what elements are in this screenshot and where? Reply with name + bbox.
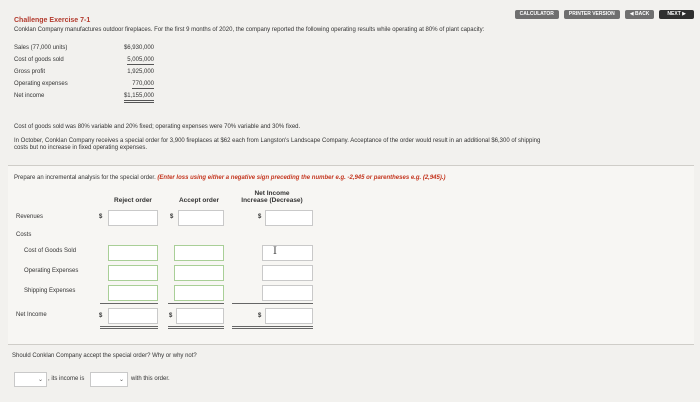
results-row-net-income: Net income $1,155,000	[14, 91, 154, 103]
total-underline	[100, 303, 158, 304]
accept-net-income-input[interactable]	[176, 308, 224, 324]
accept-cogs-input[interactable]	[174, 245, 224, 261]
col-header-net-line1: Net Income	[254, 190, 290, 197]
reject-net-income-input[interactable]	[108, 308, 158, 324]
results-row-gross-profit: Gross profit 1,925,000	[14, 67, 154, 79]
total-double-underline	[100, 326, 158, 327]
col-header-accept: Accept order	[178, 197, 220, 204]
results-value: $6,930,000	[123, 45, 154, 51]
answer-text-end: with this order.	[131, 376, 170, 382]
row-label-revenues: Revenues	[16, 214, 44, 220]
net-shipping-input[interactable]	[262, 285, 313, 301]
operating-results: Sales (77,000 units) $6,930,000 Cost of …	[14, 43, 154, 103]
calculator-button[interactable]: CALCULATOR	[514, 10, 559, 19]
dollar-sign: $	[169, 313, 173, 319]
results-label: Gross profit	[14, 69, 46, 75]
total-underline	[168, 303, 224, 304]
exercise-title: Challenge Exercise 7-1	[14, 17, 91, 24]
results-label: Net income	[14, 93, 45, 99]
decision-select[interactable]: ⌄	[14, 372, 47, 387]
instructions-text: Prepare an incremental analysis for the …	[14, 175, 158, 181]
row-label-cogs: Cost of Goods Sold	[24, 248, 77, 254]
reject-cogs-input[interactable]	[108, 245, 158, 261]
back-button[interactable]: ◀ BACK	[624, 10, 655, 19]
results-value: $1,155,000	[123, 93, 154, 103]
special-order-text-1: In October, Conklan Company receives a s…	[14, 138, 541, 144]
net-cogs-input[interactable]	[262, 245, 313, 261]
dollar-sign: $	[258, 214, 262, 220]
col-header-net-line2: Increase (Decrease)	[241, 197, 303, 204]
row-label-costs: Costs	[16, 232, 32, 238]
total-double-underline	[168, 326, 224, 327]
next-button[interactable]: NEXT ▶	[659, 10, 694, 19]
chevron-down-icon: ⌄	[118, 377, 124, 383]
total-double-underline	[168, 328, 224, 329]
dollar-sign: $	[170, 214, 174, 220]
decision-question: Should Conklan Company accept the specia…	[12, 353, 197, 359]
accept-shipping-input[interactable]	[174, 285, 224, 301]
dollar-sign: $	[99, 214, 103, 220]
reject-revenues-input[interactable]	[108, 210, 158, 226]
text-cursor-icon: I	[273, 246, 277, 257]
instructions: Prepare an incremental analysis for the …	[14, 175, 446, 181]
income-effect-select[interactable]: ⌄	[90, 372, 128, 387]
results-label: Operating expenses	[14, 81, 68, 87]
chevron-down-icon: ⌄	[37, 377, 43, 383]
top-toolbar: CALCULATOR PRINTER VERSION ◀ BACK NEXT ▶	[514, 10, 694, 19]
row-label-shipping: Shipping Expenses	[24, 288, 76, 294]
answer-text-mid: , its income is	[48, 376, 85, 382]
col-header-net-income: Net Income Increase (Decrease)	[230, 190, 314, 204]
results-label: Sales (77,000 units)	[14, 45, 68, 51]
results-row-sales: Sales (77,000 units) $6,930,000	[14, 43, 154, 55]
results-value: 5,005,000	[127, 57, 154, 65]
row-label-opex: Operating Expenses	[24, 268, 79, 274]
instructions-emphasis: (Enter loss using either a negative sign…	[157, 175, 446, 181]
printer-version-button[interactable]: PRINTER VERSION	[563, 10, 620, 19]
results-row-cogs: Cost of goods sold 5,005,000	[14, 55, 154, 67]
net-net-income-input[interactable]	[265, 308, 313, 324]
accept-opex-input[interactable]	[174, 265, 224, 281]
accept-revenues-input[interactable]	[178, 210, 224, 226]
net-revenues-input[interactable]	[265, 210, 313, 226]
net-opex-input[interactable]	[262, 265, 313, 281]
exercise-intro: Conklan Company manufactures outdoor fir…	[14, 27, 485, 33]
reject-shipping-input[interactable]	[108, 285, 158, 301]
row-label-net-income: Net Income	[16, 312, 47, 318]
total-double-underline	[232, 328, 313, 329]
total-double-underline	[100, 328, 158, 329]
cost-behavior-note: Cost of goods sold was 80% variable and …	[14, 124, 301, 130]
total-underline	[232, 303, 313, 304]
total-double-underline	[232, 326, 313, 327]
special-order-text-2: costs but no increase in fixed operating…	[14, 145, 148, 151]
dollar-sign: $	[258, 313, 262, 319]
reject-opex-input[interactable]	[108, 265, 158, 281]
col-header-reject: Reject order	[114, 197, 152, 204]
dollar-sign: $	[99, 313, 103, 319]
results-row-opex: Operating expenses 770,000	[14, 79, 154, 91]
results-label: Cost of goods sold	[14, 57, 64, 63]
results-value: 1,925,000	[127, 69, 154, 75]
results-value: 770,000	[132, 81, 154, 89]
